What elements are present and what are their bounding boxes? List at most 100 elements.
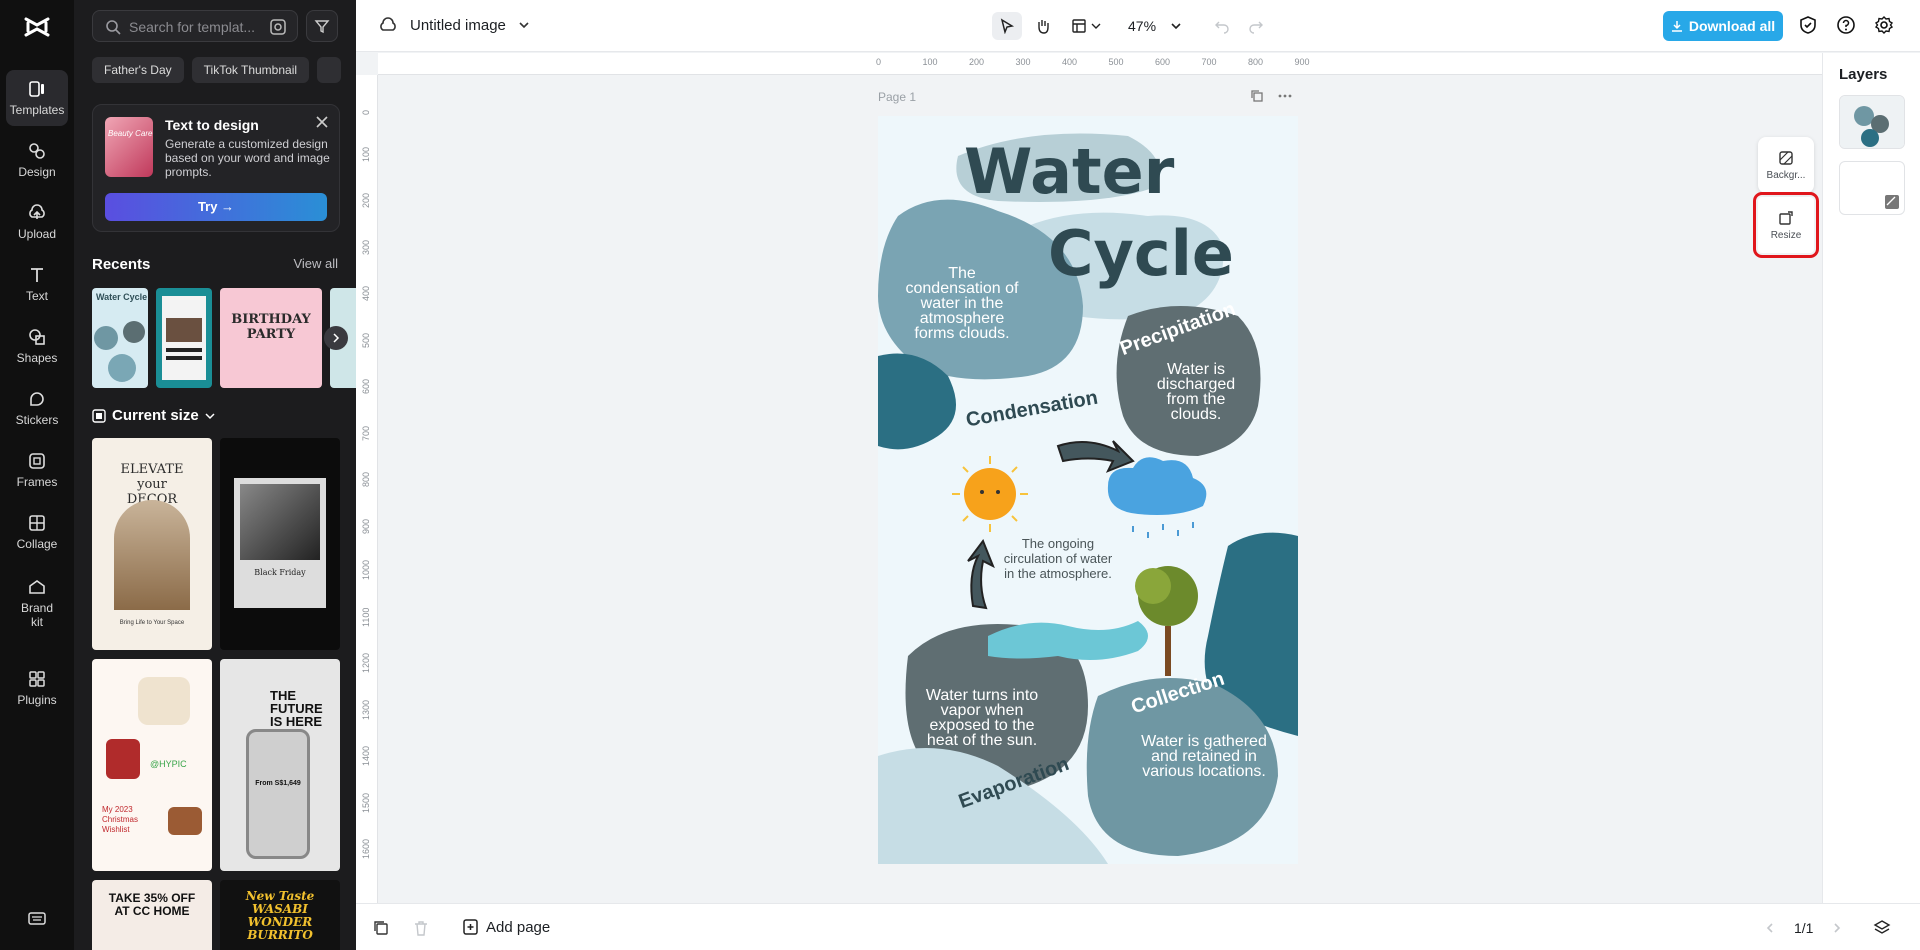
ruler-tick: 500 — [1108, 57, 1124, 67]
ruler-tick: 400 — [361, 285, 371, 301]
rail-item-design[interactable]: Design — [6, 132, 68, 188]
rail-label: Text — [25, 289, 48, 303]
background-button[interactable]: Backgr... — [1758, 137, 1814, 193]
rail-item-plugins[interactable]: Plugins — [6, 660, 68, 716]
template-card[interactable]: @HYPIC My 2023 Christmas Wishlist — [92, 659, 212, 871]
template-search[interactable]: Search for templat... — [92, 10, 298, 42]
ruler-tick: 800 — [361, 471, 371, 487]
current-size-label: Current size — [112, 407, 199, 424]
ruler-tick: 900 — [361, 518, 371, 534]
help-icon[interactable] — [1836, 15, 1856, 35]
current-size-dropdown[interactable]: Current size — [92, 407, 215, 424]
download-all-label: Download all — [1688, 18, 1776, 34]
topbar-right-icons — [1798, 15, 1894, 35]
rail-item-shapes[interactable]: Shapes — [6, 318, 68, 374]
rail-label: Upload — [17, 227, 57, 241]
keyboard-icon[interactable] — [27, 908, 47, 928]
background-icon — [1779, 150, 1793, 165]
template-card[interactable]: New Taste WASABI WONDER BURRITO — [220, 880, 340, 950]
plugins-icon — [29, 671, 45, 687]
more-options-icon[interactable] — [1278, 89, 1292, 103]
ruler-tick: 500 — [361, 332, 371, 348]
close-icon[interactable] — [315, 115, 329, 129]
rail-item-text[interactable]: Text — [6, 256, 68, 312]
chevron-down-icon — [1171, 23, 1181, 30]
template-card[interactable]: Black Friday — [220, 438, 340, 650]
layer-item-artwork[interactable] — [1839, 95, 1905, 149]
pointer-icon — [1000, 18, 1015, 34]
canvas-tools: 47% — [992, 12, 1264, 40]
top-bar: Untitled image 47% Download all — [356, 0, 1920, 52]
add-page-button[interactable]: Add page — [462, 918, 550, 936]
recent-item[interactable]: BIRTHDAY PARTY — [220, 288, 322, 388]
document-title-dropdown[interactable]: Untitled image — [378, 15, 530, 35]
recents-next-button[interactable] — [324, 326, 348, 350]
template-card[interactable]: ELEVATE your DECOR Bring Life to Your Sp… — [92, 438, 212, 650]
rail-label: Frames — [16, 475, 58, 489]
filter-button[interactable] — [306, 10, 338, 42]
rail-item-frames[interactable]: Frames — [6, 442, 68, 498]
try-button[interactable]: Try → — [105, 193, 327, 221]
canvas-area[interactable]: 0 100 200 300 400 500 600 700 800 900 0 100 200 300 4… — [356, 53, 1822, 903]
add-page-icon — [463, 919, 478, 935]
settings-icon[interactable] — [1874, 15, 1894, 35]
shield-check-icon[interactable] — [1798, 15, 1818, 35]
ruler-tick: 400 — [1062, 57, 1078, 67]
resize-button[interactable]: Resize — [1753, 192, 1819, 258]
template-title: Black Friday — [254, 568, 306, 577]
rail-item-collage[interactable]: Collage — [6, 504, 68, 560]
template-image — [240, 484, 320, 560]
cloud-save-icon — [380, 17, 396, 31]
ruler-tick: 200 — [969, 57, 985, 67]
rail-item-templates[interactable]: Templates — [6, 70, 68, 126]
chip-tiktok-thumbnail[interactable]: TikTok Thumbnail — [191, 57, 310, 83]
duplicate-page-icon[interactable] — [1250, 89, 1264, 103]
undo-icon[interactable] — [1214, 18, 1230, 34]
rail-item-brand-kit[interactable]: Brand kit — [6, 570, 68, 636]
capcut-logo-icon[interactable] — [22, 12, 52, 42]
rail-label: Plugins — [17, 693, 57, 707]
template-card[interactable]: TAKE 35% OFF AT CC HOME — [92, 880, 212, 950]
undo-redo — [1214, 18, 1264, 34]
rail-item-stickers[interactable]: Stickers — [6, 380, 68, 436]
resize-label: Resize — [1770, 229, 1802, 241]
ruler-tick: 1500 — [361, 792, 371, 813]
artwork-title-line2: Cycle — [1048, 217, 1234, 290]
template-card[interactable]: THE FUTURE IS HERE From S$1,649 — [220, 659, 340, 871]
search-placeholder: Search for templat... — [129, 19, 256, 35]
add-page-label: Add page — [486, 918, 551, 936]
text-to-design-card: Beauty Care Text to design Generate a cu… — [92, 104, 340, 232]
chip-more[interactable] — [317, 57, 342, 83]
hand-tool[interactable] — [1028, 12, 1058, 40]
rail-item-upload[interactable]: Upload — [6, 194, 68, 250]
ruler-tick: 800 — [1248, 57, 1264, 67]
ruler-tick: 700 — [1201, 57, 1217, 67]
layout-tool[interactable] — [1064, 12, 1108, 40]
layer-item-background[interactable] — [1839, 161, 1905, 215]
prev-page-icon[interactable] — [1764, 922, 1776, 934]
image-search-icon[interactable] — [269, 18, 287, 36]
condensation-note: The condensation of water in the atmosph… — [905, 265, 1019, 342]
resize-icon — [92, 408, 106, 423]
ruler-tick: 1400 — [361, 745, 371, 766]
category-chips: Father's Day TikTok Thumbnail — [92, 57, 342, 83]
ruler-tick: 100 — [922, 57, 938, 67]
chip-fathers-day[interactable]: Father's Day — [92, 57, 184, 83]
recent-item[interactable] — [156, 288, 212, 388]
template-subtitle: Bring Life to Your Space — [119, 620, 185, 626]
design-artboard[interactable]: Water Cycle The condensation of water in… — [878, 116, 1298, 864]
frames-icon — [29, 453, 45, 469]
redo-icon[interactable] — [1248, 18, 1264, 34]
hand-icon — [1038, 20, 1049, 34]
view-all-link[interactable]: View all — [293, 256, 338, 271]
recent-item[interactable]: Water Cycle — [92, 288, 148, 388]
zoom-dropdown[interactable]: 47% — [1128, 18, 1182, 34]
delete-icon[interactable] — [412, 919, 430, 937]
download-all-button[interactable]: Download all — [1663, 11, 1783, 41]
next-page-icon[interactable] — [1831, 922, 1843, 934]
select-tool[interactable] — [992, 12, 1022, 40]
ruler-vertical: 0 100 200 300 400 500 600 700 800 900 1000 1100 1200… — [356, 75, 378, 903]
duplicate-icon[interactable] — [372, 919, 390, 937]
page-pager: 1/1 — [1764, 919, 1891, 937]
layers-toggle-icon[interactable] — [1873, 919, 1891, 937]
